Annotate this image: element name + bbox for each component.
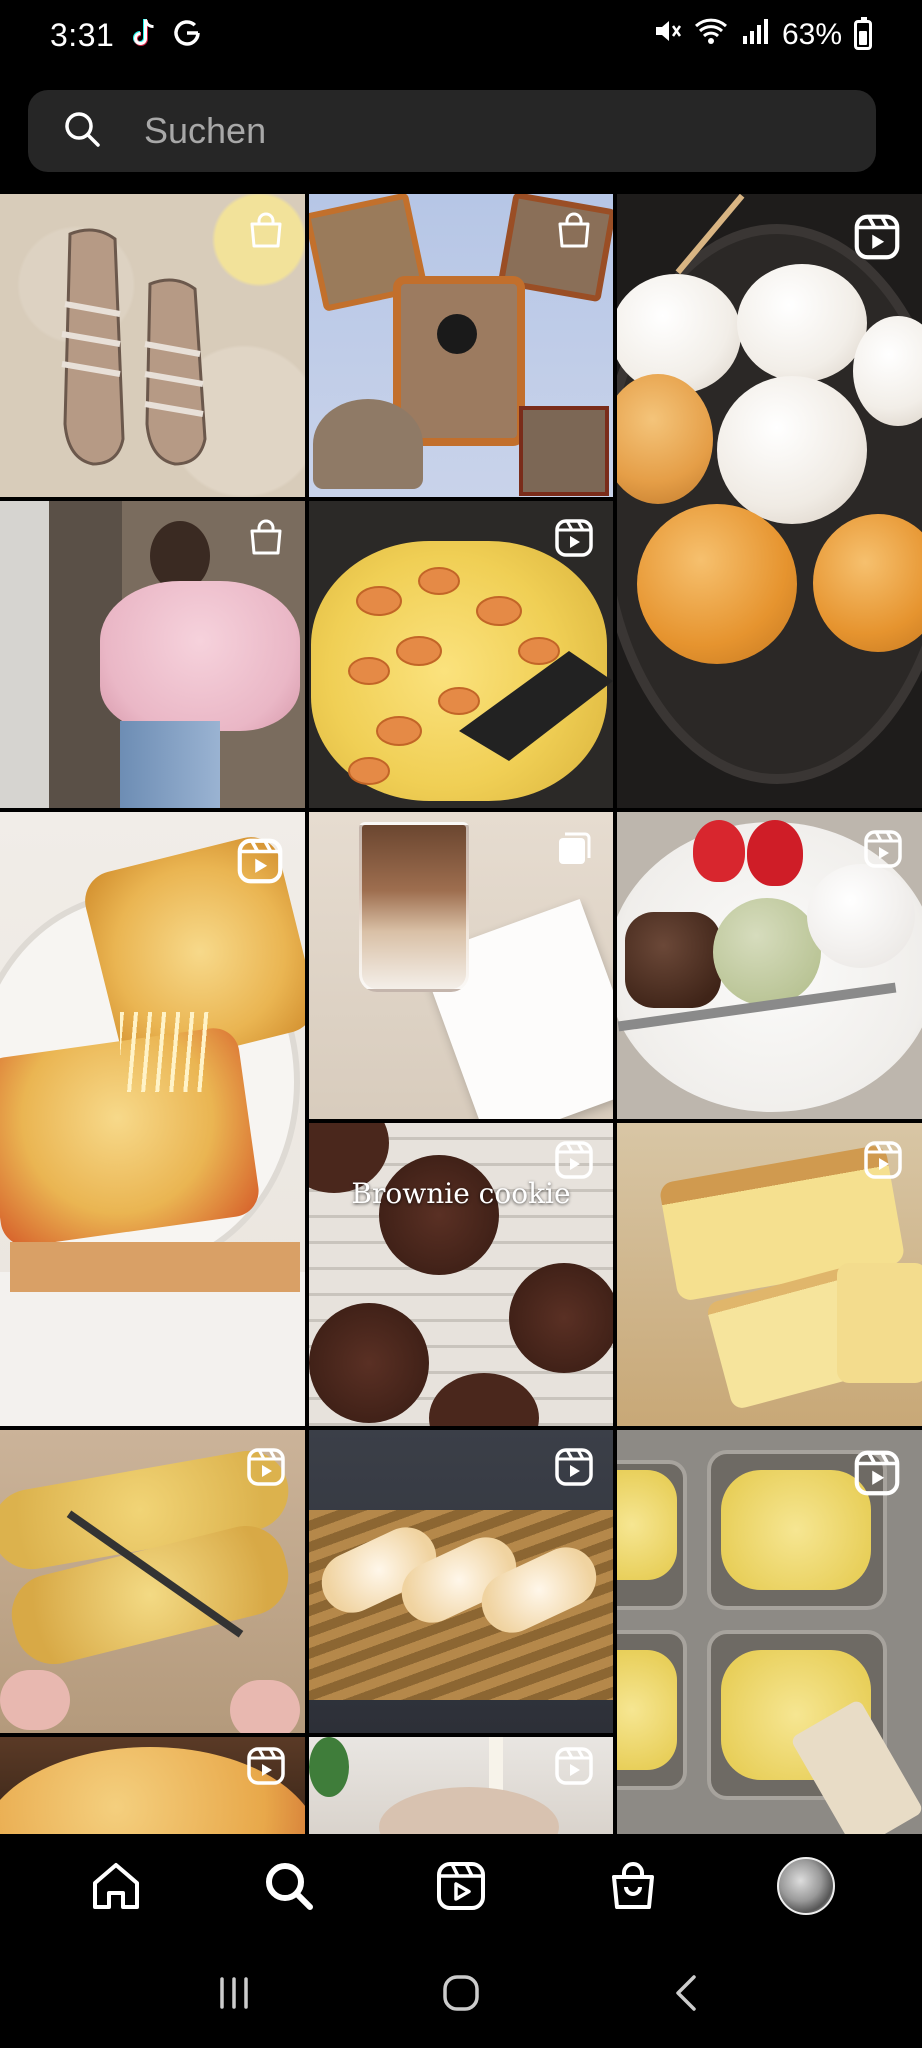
tile-milk-pour[interactable] [309, 1737, 613, 1834]
nav-profile-button[interactable] [761, 1841, 851, 1931]
battery-percent: 63% [781, 18, 842, 51]
status-bar: 3:31 63% [0, 0, 922, 70]
tile-pastry-cutting[interactable] [0, 1430, 305, 1733]
system-nav [0, 1938, 922, 2048]
home-icon [93, 1863, 140, 1909]
status-time: 3:31 [50, 16, 115, 53]
shopping-bag-icon [250, 519, 282, 555]
tile-buns-pan[interactable] [617, 194, 922, 808]
nav-shop-button[interactable] [588, 1841, 678, 1931]
nav-home-button[interactable] [71, 1841, 161, 1931]
nav-search-button[interactable] [244, 1841, 334, 1931]
reels-icon [555, 1141, 593, 1179]
search-icon [265, 1863, 313, 1910]
home-circle-icon [443, 1975, 479, 2011]
shop-icon [612, 1862, 655, 1909]
reels-icon [864, 830, 902, 868]
reels-icon [436, 1862, 485, 1910]
recent-apps-button[interactable] [194, 1953, 274, 2033]
reels-icon [247, 1747, 285, 1785]
reels-icon [555, 1747, 593, 1785]
tile-mickey-bags[interactable] [309, 194, 613, 497]
google-icon [172, 18, 202, 53]
shopping-bag-icon [250, 212, 282, 248]
search-icon [62, 109, 102, 154]
bottom-nav [0, 1834, 922, 1938]
status-left: 3:31 [50, 17, 202, 54]
tile-daifuku-plate[interactable] [617, 812, 922, 1119]
reels-icon [237, 838, 283, 884]
reels-icon [854, 214, 900, 260]
reels-icon [864, 1141, 902, 1179]
recent-apps-icon [219, 1977, 248, 2009]
tile-sausage-eggs[interactable] [309, 501, 613, 808]
tile-brownie-cookie[interactable]: Brownie cookie [309, 1123, 613, 1426]
tile-caption: Brownie cookie [351, 1177, 571, 1210]
search-placeholder: Suchen [144, 110, 267, 151]
nav-reels-button[interactable] [416, 1841, 506, 1931]
reels-icon [247, 1448, 285, 1486]
tile-cheese-toast[interactable] [0, 812, 305, 1426]
signal-icon [740, 16, 770, 54]
tile-dough-tray[interactable] [617, 1430, 922, 1834]
back-button[interactable] [648, 1953, 728, 2033]
back-icon [676, 1975, 697, 2011]
multi-image-icon [559, 832, 591, 864]
battery-icon [854, 17, 872, 50]
wifi-icon [694, 16, 728, 54]
profile-avatar [776, 1857, 835, 1915]
tiktok-icon [128, 17, 158, 54]
status-right: 63% [652, 16, 872, 54]
reels-icon [555, 1448, 593, 1486]
shopping-bag-icon [558, 212, 590, 248]
explore-grid: Brownie cookie [0, 194, 922, 1834]
reels-icon [555, 519, 593, 557]
tile-pizza[interactable] [0, 1737, 305, 1834]
tile-sponge-cake[interactable] [617, 1123, 922, 1426]
system-home-button[interactable] [421, 1953, 501, 2033]
search-input[interactable]: Suchen [28, 90, 876, 172]
tile-eclairs[interactable] [309, 1430, 613, 1733]
tile-pink-blouse[interactable] [0, 501, 305, 808]
mute-icon [652, 16, 682, 54]
reels-icon [854, 1450, 900, 1496]
tile-sandals[interactable] [0, 194, 305, 497]
tile-iced-latte[interactable] [309, 812, 613, 1119]
